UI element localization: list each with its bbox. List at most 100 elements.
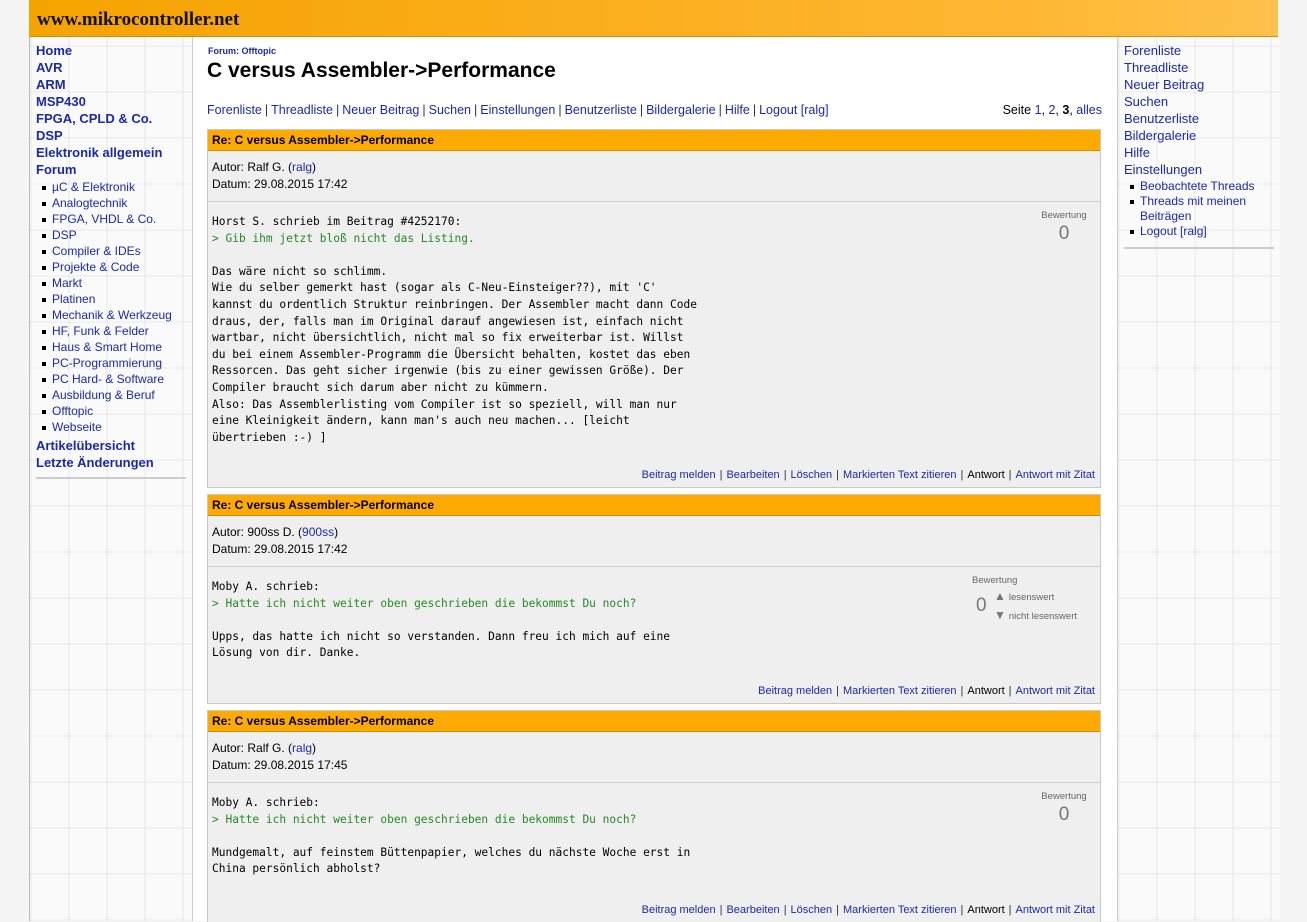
author-link[interactable]: ralg bbox=[292, 741, 312, 755]
post-action-link[interactable]: Antwort bbox=[967, 685, 1004, 697]
forum-sub-item[interactable]: Ausbildung & Beruf bbox=[42, 387, 192, 403]
page-link-all[interactable]: alles bbox=[1076, 103, 1102, 117]
forum-sub-link[interactable]: HF, Funk & Felder bbox=[52, 324, 149, 338]
nav-item-arm[interactable]: ARM bbox=[36, 76, 192, 93]
nav-link[interactable]: MSP430 bbox=[36, 94, 86, 109]
toolbar-link[interactable]: Benutzerliste bbox=[565, 103, 637, 117]
forum-sub-item[interactable]: HF, Funk & Felder bbox=[42, 323, 192, 339]
post-action-link[interactable]: Löschen bbox=[791, 904, 833, 916]
nav-link[interactable]: ARM bbox=[36, 77, 66, 92]
page-link-2[interactable]: 2 bbox=[1048, 103, 1055, 117]
post-action-link[interactable]: Löschen bbox=[791, 469, 833, 481]
forum-sub-item[interactable]: Projekte & Code bbox=[42, 259, 192, 275]
toolbar-link[interactable]: Logout [ralg] bbox=[759, 103, 829, 117]
toolbar-link[interactable]: Einstellungen bbox=[480, 103, 555, 117]
nav-link[interactable]: Elektronik allgemein bbox=[36, 145, 162, 160]
forum-sub-link[interactable]: Analogtechnik bbox=[52, 196, 127, 210]
nav-item-forum[interactable]: Forum µC & Elektronik Analogtechnik FPGA, … bbox=[36, 161, 192, 437]
vote-down[interactable]: ▼ nicht lesenswert bbox=[994, 608, 1077, 622]
right-nav-link[interactable]: Hilfe bbox=[1124, 145, 1150, 160]
forum-sub-item[interactable]: Analogtechnik bbox=[42, 195, 192, 211]
forum-sub-item[interactable]: Platinen bbox=[42, 291, 192, 307]
right-nav-link[interactable]: Forenliste bbox=[1124, 43, 1181, 58]
toolbar-link[interactable]: Neuer Beitrag bbox=[342, 103, 419, 117]
vote-up[interactable]: ▲ lesenswert bbox=[994, 589, 1054, 603]
forum-sub-item[interactable]: PC-Programmierung bbox=[42, 355, 192, 371]
forum-sub-link[interactable]: Haus & Smart Home bbox=[52, 340, 162, 354]
forum-sub-link[interactable]: Webseite bbox=[52, 420, 102, 434]
nav-item-home[interactable]: Home bbox=[36, 42, 192, 59]
forum-sub-link[interactable]: Platinen bbox=[52, 292, 95, 306]
nav-item-avr[interactable]: AVR bbox=[36, 59, 192, 76]
post-action-link[interactable]: Beitrag melden bbox=[642, 469, 716, 481]
forum-breadcrumb[interactable]: Forum: Offtopic bbox=[208, 46, 276, 56]
nav-link[interactable]: Home bbox=[36, 43, 72, 58]
forum-sub-link[interactable]: FPGA, VHDL & Co. bbox=[52, 212, 156, 226]
nav-link[interactable]: FPGA, CPLD & Co. bbox=[36, 111, 152, 126]
nav-link[interactable]: Forum bbox=[36, 162, 76, 177]
post-action-link[interactable]: Markierten Text zitieren bbox=[843, 469, 957, 481]
author-link[interactable]: 900ss bbox=[302, 525, 334, 539]
author-link[interactable]: ralg bbox=[292, 160, 312, 174]
settings-sub-link[interactable]: Threads mit meinen Beiträgen bbox=[1140, 194, 1246, 223]
right-nav-link[interactable]: Einstellungen bbox=[1124, 162, 1202, 177]
forum-sub-link[interactable]: µC & Elektronik bbox=[52, 180, 135, 194]
right-nav-item[interactable]: Threadliste bbox=[1124, 59, 1280, 76]
forum-sub-item[interactable]: FPGA, VHDL & Co. bbox=[42, 211, 192, 227]
settings-sub-link[interactable]: Beobachtete Threads bbox=[1140, 179, 1255, 193]
post-action-link[interactable]: Markierten Text zitieren bbox=[843, 685, 957, 697]
toolbar-link[interactable]: Threadliste bbox=[271, 103, 333, 117]
toolbar-link[interactable]: Bildergalerie bbox=[646, 103, 715, 117]
post-action-link[interactable]: Bearbeiten bbox=[726, 904, 779, 916]
forum-sub-item[interactable]: Offtopic bbox=[42, 403, 192, 419]
page-link-1[interactable]: 1 bbox=[1035, 103, 1042, 117]
forum-sub-item[interactable]: PC Hard- & Software bbox=[42, 371, 192, 387]
right-nav-link[interactable]: Neuer Beitrag bbox=[1124, 77, 1204, 92]
post-action-link[interactable]: Antwort mit Zitat bbox=[1016, 904, 1095, 916]
right-nav-link[interactable]: Suchen bbox=[1124, 94, 1168, 109]
post-action-link[interactable]: Beitrag melden bbox=[758, 685, 832, 697]
forum-sub-link[interactable]: Mechanik & Werkzeug bbox=[52, 308, 172, 322]
forum-sub-item[interactable]: Compiler & IDEs bbox=[42, 243, 192, 259]
settings-sub-link[interactable]: Logout [ralg] bbox=[1140, 224, 1207, 238]
right-nav-link[interactable]: Benutzerliste bbox=[1124, 111, 1199, 126]
forum-sub-item[interactable]: µC & Elektronik bbox=[42, 179, 192, 195]
right-nav-item[interactable]: Suchen bbox=[1124, 93, 1280, 110]
nav-item-elektronik[interactable]: Elektronik allgemein bbox=[36, 144, 192, 161]
forum-sub-item[interactable]: Haus & Smart Home bbox=[42, 339, 192, 355]
nav-item-artikel[interactable]: Artikelübersicht bbox=[36, 437, 192, 454]
post-action-link[interactable]: Antwort mit Zitat bbox=[1016, 469, 1095, 481]
nav-item-changes[interactable]: Letzte Änderungen bbox=[36, 454, 192, 471]
forum-sub-link[interactable]: Compiler & IDEs bbox=[52, 244, 141, 258]
post-action-link[interactable]: Antwort mit Zitat bbox=[1016, 685, 1095, 697]
settings-sub-item[interactable]: Beobachtete Threads bbox=[1130, 179, 1275, 194]
settings-sub-item[interactable]: Threads mit meinen Beiträgen bbox=[1130, 194, 1275, 224]
right-nav-item[interactable]: Einstellungen Beobachtete Threads Threads … bbox=[1124, 161, 1280, 241]
forum-sub-item[interactable]: Mechanik & Werkzeug bbox=[42, 307, 192, 323]
toolbar-link[interactable]: Hilfe bbox=[725, 103, 750, 117]
nav-item-dsp[interactable]: DSP bbox=[36, 127, 192, 144]
post-action-link[interactable]: Markierten Text zitieren bbox=[843, 904, 957, 916]
post-action-link[interactable]: Bearbeiten bbox=[726, 469, 779, 481]
forum-sub-link[interactable]: PC Hard- & Software bbox=[52, 372, 164, 386]
forum-sub-link[interactable]: Markt bbox=[52, 276, 82, 290]
right-nav-link[interactable]: Threadliste bbox=[1124, 60, 1188, 75]
nav-link[interactable]: DSP bbox=[36, 128, 63, 143]
post-action-link[interactable]: Antwort bbox=[967, 904, 1004, 916]
settings-sub-item[interactable]: Logout [ralg] bbox=[1130, 224, 1275, 239]
right-nav-item[interactable]: Forenliste bbox=[1124, 42, 1280, 59]
nav-item-msp430[interactable]: MSP430 bbox=[36, 93, 192, 110]
nav-item-fpga[interactable]: FPGA, CPLD & Co. bbox=[36, 110, 192, 127]
nav-link[interactable]: Artikelübersicht bbox=[36, 438, 135, 453]
right-nav-link[interactable]: Bildergalerie bbox=[1124, 128, 1196, 143]
nav-link[interactable]: AVR bbox=[36, 60, 62, 75]
forum-sub-link[interactable]: DSP bbox=[52, 228, 77, 242]
forum-sub-link[interactable]: Ausbildung & Beruf bbox=[52, 388, 155, 402]
toolbar-link[interactable]: Suchen bbox=[429, 103, 471, 117]
right-nav-item[interactable]: Benutzerliste bbox=[1124, 110, 1280, 127]
post-action-link[interactable]: Antwort bbox=[967, 469, 1004, 481]
post-action-link[interactable]: Beitrag melden bbox=[642, 904, 716, 916]
right-nav-item[interactable]: Bildergalerie bbox=[1124, 127, 1280, 144]
right-nav-item[interactable]: Neuer Beitrag bbox=[1124, 76, 1280, 93]
forum-sub-item[interactable]: Webseite bbox=[42, 419, 192, 435]
